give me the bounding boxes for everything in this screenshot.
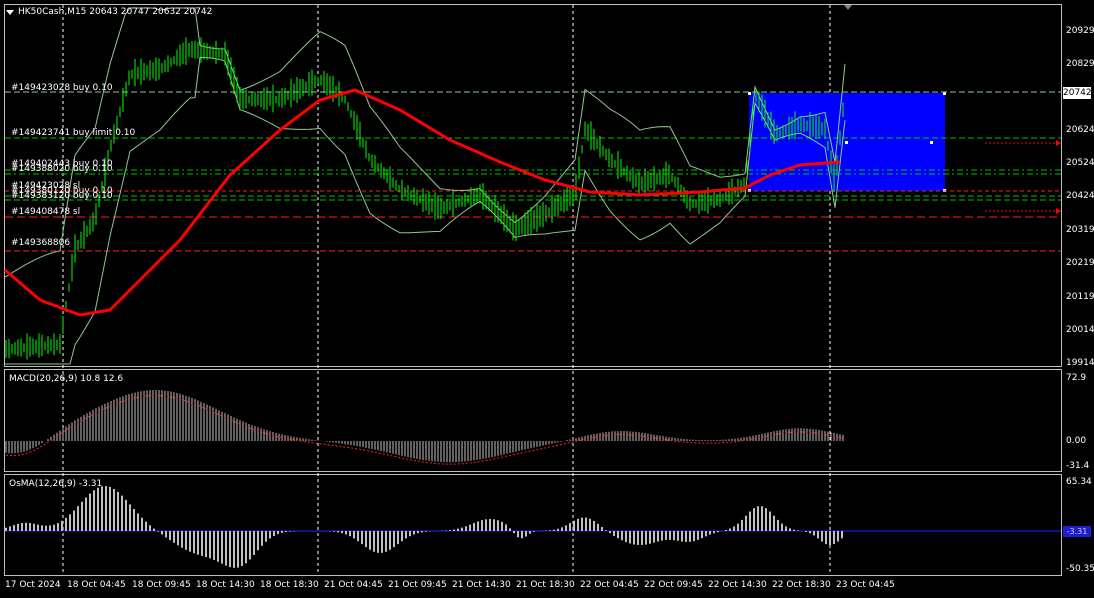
macd-tick: 72.9 xyxy=(1066,373,1087,383)
osma-value-badge: -3.31 xyxy=(1063,526,1091,537)
time-tick: 18 Oct 09:45 xyxy=(132,580,191,590)
price-tick: 20424 xyxy=(1066,191,1094,201)
price-tick: 20829 xyxy=(1066,59,1094,69)
time-tick: 22 Oct 18:30 xyxy=(772,580,831,590)
macd-panel-frame xyxy=(4,369,1062,472)
time-tick: 18 Oct 04:45 xyxy=(67,580,126,590)
price-tick: 20119 xyxy=(1066,292,1094,302)
osma-tick: -50.35 xyxy=(1066,564,1094,574)
price-tick: 20014 xyxy=(1066,325,1094,335)
time-tick: 22 Oct 04:45 xyxy=(580,580,639,590)
time-tick: 22 Oct 14:30 xyxy=(708,580,767,590)
price-tick: 20624 xyxy=(1066,125,1094,135)
osma-panel-frame xyxy=(4,474,1062,576)
price-tick: 20524 xyxy=(1066,158,1094,168)
order-label[interactable]: #149368806 xyxy=(11,238,70,248)
lower-band xyxy=(5,56,846,365)
time-tick: 22 Oct 09:45 xyxy=(644,580,703,590)
time-tick: 23 Oct 04:45 xyxy=(836,580,895,590)
chart-title: HK50Cash,M15 20643 20747 20632 20742 xyxy=(18,7,212,17)
arrow-icon xyxy=(1056,208,1061,214)
order-label[interactable]: #149408478 sl xyxy=(11,207,80,217)
symbol-timeframe: HK50Cash,M15 xyxy=(18,7,87,17)
current-price-badge: 20742 xyxy=(1063,87,1092,99)
order-label[interactable]: #149388020 buy 0.10 xyxy=(11,164,113,174)
shift-marker-icon[interactable] xyxy=(844,5,852,10)
order-label[interactable]: #149423741 buy limit 0.10 xyxy=(11,128,135,138)
collapse-arrow-icon[interactable] xyxy=(6,10,14,15)
price-tick: 19914 xyxy=(1066,358,1094,368)
osma-tick: 65.34 xyxy=(1066,477,1092,487)
chart-canvas[interactable] xyxy=(0,0,1094,598)
price-tick: 20219 xyxy=(1066,258,1094,268)
order-label[interactable]: #149383120 buy 0.10 xyxy=(11,191,113,201)
osma-label: OsMA(12,26,9) -3.31 xyxy=(9,479,103,489)
price-candles xyxy=(5,37,844,360)
upper-band xyxy=(4,7,846,278)
bollinger-bands xyxy=(4,7,846,365)
price-tick: 20319 xyxy=(1066,225,1094,235)
ohlc-values: 20643 20747 20632 20742 xyxy=(89,7,213,17)
price-tick: 20929 xyxy=(1066,26,1094,36)
macd-tick: 0.00 xyxy=(1066,436,1087,446)
time-tick: 21 Oct 09:45 xyxy=(388,580,447,590)
time-tick: 21 Oct 18:30 xyxy=(516,580,575,590)
macd-label: MACD(20,26,9) 10.8 12.6 xyxy=(9,374,124,384)
time-tick: 18 Oct 14:30 xyxy=(196,580,255,590)
macd-histogram xyxy=(5,390,844,463)
order-label[interactable]: #149423028 buy 0.10 xyxy=(11,83,113,93)
time-tick: 21 Oct 14:30 xyxy=(452,580,511,590)
panel-frames xyxy=(4,4,1062,576)
time-tick: 18 Oct 18:30 xyxy=(260,580,319,590)
macd-tick: -31.4 xyxy=(1066,461,1090,471)
osma-histogram xyxy=(5,486,843,568)
time-tick: 17 Oct 2024 xyxy=(5,580,61,590)
day-separators xyxy=(62,5,831,575)
time-tick: 21 Oct 04:45 xyxy=(324,580,383,590)
arrow-icon xyxy=(1056,140,1061,146)
